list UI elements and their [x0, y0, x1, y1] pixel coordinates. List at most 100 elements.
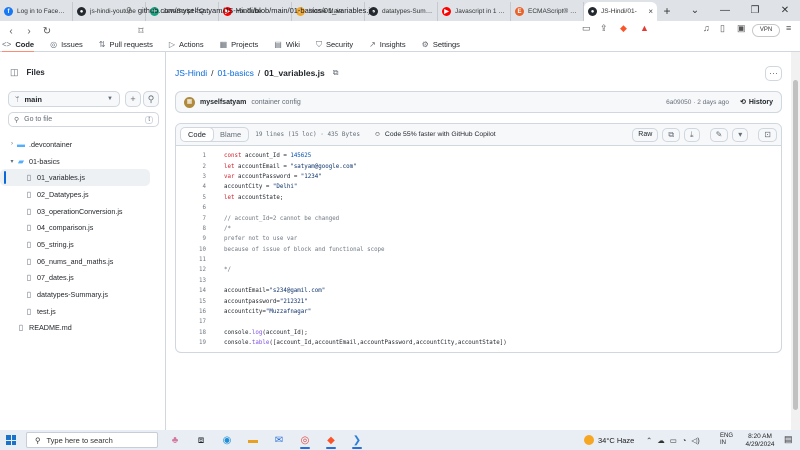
code-view[interactable]: 1 const account_Id = 145625 2 let accountEm…: [176, 151, 781, 348]
copy-raw-icon[interactable]: ⧉: [662, 127, 681, 142]
chevron-down-icon[interactable]: ▾: [8, 158, 16, 165]
more-options-button[interactable]: ···: [765, 66, 782, 81]
add-file-button[interactable]: +: [125, 91, 141, 107]
line-number[interactable]: 12: [176, 267, 206, 273]
start-button[interactable]: [0, 430, 22, 450]
sidebar-toggle-icon[interactable]: ▯: [720, 23, 725, 34]
task-view-icon[interactable]: ⧈: [188, 430, 214, 450]
line-number[interactable]: 4: [176, 184, 207, 190]
tab-issues[interactable]: ◎ Issues: [50, 38, 83, 52]
commit-author[interactable]: myselfsatyam: [200, 99, 246, 106]
scrollbar-thumb[interactable]: [793, 80, 798, 410]
line-number[interactable]: 18: [176, 330, 206, 336]
people-icon[interactable]: ♣: [162, 430, 188, 450]
brave-icon[interactable]: ◆: [318, 430, 344, 450]
chevron-right-icon[interactable]: ›: [8, 141, 16, 147]
onedrive-icon[interactable]: ☁: [657, 436, 665, 445]
copy-path-icon[interactable]: ⧉: [333, 68, 339, 78]
symbols-panel-icon[interactable]: ⊡: [758, 127, 777, 142]
tab-wiki[interactable]: ▤ Wiki: [274, 38, 300, 52]
tree-file[interactable]: ▯ test.js: [0, 303, 166, 320]
tab-blame[interactable]: Blame: [213, 128, 248, 141]
raw-button[interactable]: Raw: [632, 127, 659, 142]
clock[interactable]: 8:20 AM 4/29/2024: [740, 433, 780, 448]
line-number[interactable]: 3: [176, 174, 207, 180]
tab-search-icon[interactable]: ⌄: [680, 0, 710, 21]
line-number[interactable]: 15: [176, 299, 206, 305]
page-scrollbar[interactable]: [791, 52, 800, 430]
notification-icon[interactable]: ▤: [784, 434, 793, 445]
branch-selector[interactable]: ᛘ main ▼: [8, 91, 120, 107]
line-number[interactable]: 7: [176, 216, 207, 222]
language-indicator[interactable]: ENG IN: [720, 433, 733, 447]
edit-icon[interactable]: ✎: [709, 127, 729, 142]
tree-file[interactable]: ▯ 01_variables.js: [0, 169, 150, 187]
line-number[interactable]: 19: [176, 340, 206, 346]
breadcrumb-folder-link[interactable]: 01-basics: [218, 68, 254, 78]
line-number[interactable]: 2: [176, 164, 207, 170]
bookmark-icon[interactable]: ⌑: [134, 26, 148, 37]
commit-hash-time[interactable]: 6a09050 · 2 days ago: [666, 99, 729, 106]
browser-tab[interactable]: f Log in to Facebook: [0, 2, 73, 21]
share-icon[interactable]: ⇪: [600, 23, 608, 34]
playlist-icon[interactable]: ♫: [703, 23, 710, 33]
tab-insights[interactable]: ↗ Insights: [369, 38, 406, 52]
cast-icon[interactable]: ▭: [582, 23, 591, 34]
vpn-button[interactable]: VPN: [752, 24, 780, 37]
weather-widget[interactable]: 34°C Haze: [584, 430, 634, 450]
taskbar-search[interactable]: ⚲ Type here to search: [26, 432, 158, 448]
brave-shield-icon[interactable]: ◆: [620, 23, 627, 34]
close-window-button[interactable]: ✕: [770, 0, 800, 21]
minimize-button[interactable]: —: [710, 0, 740, 21]
back-icon[interactable]: ‹: [4, 26, 18, 37]
wallet-icon[interactable]: ▣: [737, 23, 746, 34]
tree-file[interactable]: ▯ 04_comparison.js: [0, 219, 166, 236]
avatar[interactable]: ▦: [184, 96, 195, 108]
line-number[interactable]: 14: [176, 288, 206, 294]
line-number[interactable]: 17: [176, 319, 206, 325]
vscode-icon[interactable]: ❯: [344, 430, 370, 450]
tree-file[interactable]: ▯ 06_nums_and_maths.js: [0, 253, 166, 270]
forward-icon[interactable]: ›: [22, 26, 36, 37]
history-button[interactable]: ⟲ History: [740, 98, 773, 107]
search-button[interactable]: ⚲: [143, 91, 159, 107]
tab-actions[interactable]: ▷ Actions: [169, 38, 204, 52]
line-number[interactable]: 5: [176, 195, 207, 201]
tab-code[interactable]: <> Code: [2, 38, 35, 53]
tree-file[interactable]: ▯ 02_Datatypes.js: [0, 186, 166, 203]
commit-message[interactable]: container config: [251, 99, 300, 106]
line-number[interactable]: 13: [176, 278, 206, 284]
edge-icon[interactable]: ◉: [214, 430, 240, 450]
tab-settings[interactable]: ⚙ Settings: [422, 38, 460, 52]
download-icon[interactable]: ⤓: [684, 127, 700, 142]
line-number[interactable]: 11: [176, 257, 206, 263]
tab-security[interactable]: ⛉ Security: [316, 38, 353, 52]
breadcrumb-repo-link[interactable]: JS-Hindi: [175, 68, 207, 78]
tree-folder[interactable]: ▾ ▰ 01-basics: [0, 153, 166, 170]
tree-file[interactable]: ▯ 03_operationConversion.js: [0, 203, 166, 220]
tree-file[interactable]: ▯ 07_dates.js: [0, 270, 166, 287]
tab-projects[interactable]: ▦ Projects: [220, 38, 259, 52]
line-number[interactable]: 16: [176, 309, 206, 315]
line-number[interactable]: 1: [176, 153, 207, 159]
omnibox[interactable]: ⚲ github.com/myselfsatyam/JS-Hindi/blob/…: [126, 2, 666, 18]
chevron-up-icon[interactable]: ⌃: [646, 436, 652, 445]
mail-icon[interactable]: ✉: [266, 430, 292, 450]
tree-folder[interactable]: › ▬ .devcontainer: [0, 136, 166, 153]
line-number[interactable]: 9: [176, 236, 207, 242]
tab-code[interactable]: Code: [181, 128, 214, 141]
tree-file[interactable]: ▯ README.md: [0, 320, 166, 337]
line-number[interactable]: 6: [176, 205, 207, 211]
battery-icon[interactable]: ▭: [670, 436, 677, 445]
copilot-banner[interactable]: ☺ Code 55% faster with GitHub Copilot: [374, 131, 496, 138]
menu-icon[interactable]: ≡: [786, 23, 791, 33]
edit-dropdown-icon[interactable]: ▾: [732, 127, 749, 142]
line-number[interactable]: 10: [176, 247, 206, 253]
brave-rewards-icon[interactable]: ▲: [640, 23, 649, 33]
tree-file[interactable]: ▯ 05_string.js: [0, 236, 166, 253]
collapse-panel-icon[interactable]: ◫: [10, 67, 19, 78]
maximize-button[interactable]: ❐: [740, 0, 770, 21]
go-to-file-input[interactable]: ⚲ Go to file t: [8, 112, 159, 127]
volume-icon[interactable]: ◁): [691, 436, 699, 445]
url-text[interactable]: github.com/myselfsatyam/JS-Hindi/blob/ma…: [138, 6, 374, 15]
